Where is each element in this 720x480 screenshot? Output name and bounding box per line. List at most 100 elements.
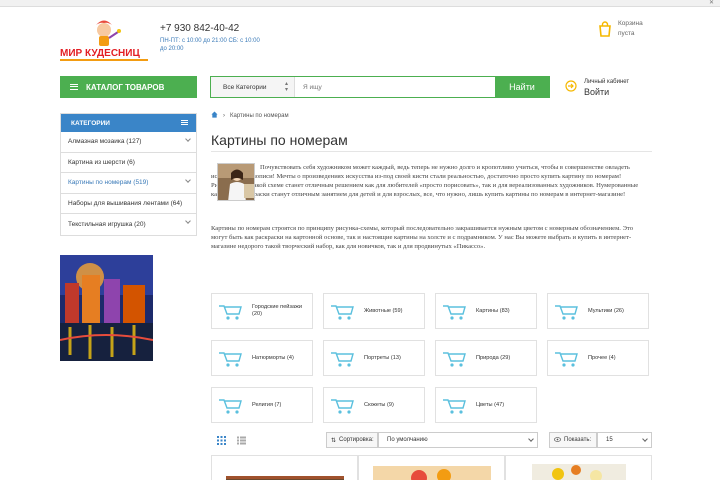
subcategory-label: Натюрморты (4) (252, 354, 294, 361)
breadcrumb-current[interactable]: Картины по номерам (230, 113, 289, 119)
cart-icon (219, 399, 242, 414)
product-card[interactable] (505, 455, 652, 480)
browser-bar: ✕ (0, 0, 720, 7)
chevron-down-icon (528, 436, 534, 442)
sort-icon: ⇅ (331, 437, 337, 444)
chevron-down-icon[interactable] (185, 218, 191, 224)
search-input[interactable] (295, 77, 495, 97)
subcategory-grid: Городские пейзажи (20) Животные (59) Карти… (211, 293, 652, 423)
cart-icon (219, 305, 242, 320)
cart-icon (331, 305, 354, 320)
page-size-select[interactable]: 15 (597, 432, 652, 448)
catalog-button[interactable]: КАТАЛОГ ТОВАРОВ (60, 76, 197, 98)
product-list (211, 455, 652, 480)
chevron-down-icon[interactable] (185, 136, 191, 142)
sidebar-item-label: Текстильная игрушка (20) (68, 220, 146, 228)
account-label: Личный кабинет (584, 79, 630, 85)
subcategory-label: Сюжеты (9) (364, 401, 394, 408)
subcategory-card[interactable]: Прочее (4) (547, 340, 649, 376)
close-icon[interactable]: ✕ (709, 0, 714, 6)
cart-icon (219, 352, 242, 367)
intro-paragraph: Почувствовать себя художником может кажд… (211, 164, 639, 198)
promo-banner-image[interactable] (60, 255, 153, 361)
show-label-text: Показать: (564, 437, 592, 443)
subcategory-label: Цветы (47) (476, 401, 505, 408)
sidebar-header[interactable]: КАТЕГОРИИ (61, 114, 196, 132)
eye-icon (554, 436, 561, 444)
site-logo[interactable]: МИР КУДЕСНИЦ (58, 18, 150, 64)
sort-value: По умолчанию (387, 437, 428, 443)
cart-empty-label: пуста (618, 30, 635, 37)
catalog-button-label: КАТАЛОГ ТОВАРОВ (86, 82, 165, 92)
category-sidebar: КАТЕГОРИИ Алмазная мозаика (127) Картина… (60, 113, 197, 236)
cart-icon (443, 305, 466, 320)
account-link[interactable]: Личный кабинет Войти (584, 77, 629, 99)
subcategory-card[interactable]: Портреты (13) (323, 340, 425, 376)
sidebar-item-diamond-mosaic[interactable]: Алмазная мозаика (127) (61, 132, 196, 153)
search-button[interactable]: Найти (495, 77, 549, 97)
breadcrumb: › Картины по номерам (211, 111, 289, 120)
divider (211, 151, 652, 152)
subcategory-card[interactable]: Природа (29) (435, 340, 537, 376)
cart-icon (443, 352, 466, 367)
cart-icon (331, 399, 354, 414)
working-hours: ПН-ПТ: с 10:00 до 21:00 СБ: с 10:00 до 2… (160, 38, 260, 52)
login-label: Войти (584, 87, 610, 97)
cart-status[interactable]: Корзина пуста (618, 19, 643, 39)
phone-number[interactable]: +7 930 842-40-42 (160, 23, 239, 34)
subcategory-label: Картины (83) (476, 307, 510, 314)
page-size-value: 15 (606, 437, 613, 443)
grid-view-icon[interactable] (214, 433, 228, 447)
subcategory-card[interactable]: Картины (83) (435, 293, 537, 329)
subcategory-label: Городские пейзажи (20) (252, 304, 302, 317)
sort-label-text: Сортировка: (339, 437, 374, 443)
cart-icon (443, 399, 466, 414)
cart-label: Корзина (618, 20, 643, 27)
search-bar: Все Категории ▴▾ Найти (210, 76, 550, 98)
search-category-value: Все Категории (223, 83, 267, 91)
sidebar-title: КАТЕГОРИИ (71, 119, 110, 127)
cart-icon (555, 305, 578, 320)
subcategory-card[interactable]: Животные (59) (323, 293, 425, 329)
updown-icon: ▴ ▾ (284, 81, 288, 93)
subcategory-label: Религия (7) (252, 401, 282, 408)
sidebar-item-label: Алмазная мозаика (127) (68, 138, 142, 146)
subcategory-card[interactable]: Натюрморты (4) (211, 340, 313, 376)
search-category-select[interactable]: Все Категории ▴ ▾ (211, 77, 295, 97)
menu-icon (181, 120, 188, 125)
list-view-icon[interactable] (234, 433, 248, 447)
sidebar-item-label: Картины по номерам (519) (68, 179, 149, 187)
home-icon[interactable] (211, 111, 218, 120)
cart-icon[interactable] (597, 21, 613, 37)
cart-icon (555, 352, 578, 367)
intro-paragraph-2: Картины по номерам строятся по принципу … (211, 225, 634, 250)
sidebar-item-label: Картина из шерсти (6) (68, 158, 135, 166)
logo-text: МИР КУДЕСНИЦ (60, 48, 140, 59)
product-card[interactable] (211, 455, 358, 480)
chevron-down-icon[interactable] (185, 177, 191, 183)
subcategory-label: Природа (29) (476, 354, 511, 361)
sort-select[interactable]: По умолчанию (378, 432, 538, 448)
breadcrumb-separator-icon: › (223, 112, 225, 119)
sidebar-item-paint-by-numbers[interactable]: Картины по номерам (519) (61, 173, 196, 194)
login-icon[interactable] (565, 80, 577, 92)
sort-label: ⇅ Сортировка: (326, 432, 378, 448)
sidebar-item-label: Наборы для вышивания лентами (64) (68, 199, 183, 207)
subcategory-card[interactable]: Религия (7) (211, 387, 313, 423)
sidebar-item-ribbon-embroidery[interactable]: Наборы для вышивания лентами (64) (61, 194, 196, 214)
subcategory-label: Портреты (13) (364, 354, 401, 361)
chevron-down-icon (642, 436, 648, 442)
subcategory-card[interactable]: Цветы (47) (435, 387, 537, 423)
subcategory-card[interactable]: Городские пейзажи (20) (211, 293, 313, 329)
listing-toolbar: ⇅ Сортировка: По умолчанию Показать: 15 (211, 430, 652, 450)
sidebar-item-wool-painting[interactable]: Картина из шерсти (6) (61, 153, 196, 173)
menu-icon (70, 84, 78, 90)
subcategory-label: Мультики (26) (588, 307, 624, 314)
page-title: Картины по номерам (211, 132, 348, 148)
sidebar-item-textile-toy[interactable]: Текстильная игрушка (20) (61, 214, 196, 235)
product-card[interactable] (358, 455, 505, 480)
cart-icon (331, 352, 354, 367)
subcategory-card[interactable]: Сюжеты (9) (323, 387, 425, 423)
intro-image (217, 163, 255, 201)
subcategory-card[interactable]: Мультики (26) (547, 293, 649, 329)
